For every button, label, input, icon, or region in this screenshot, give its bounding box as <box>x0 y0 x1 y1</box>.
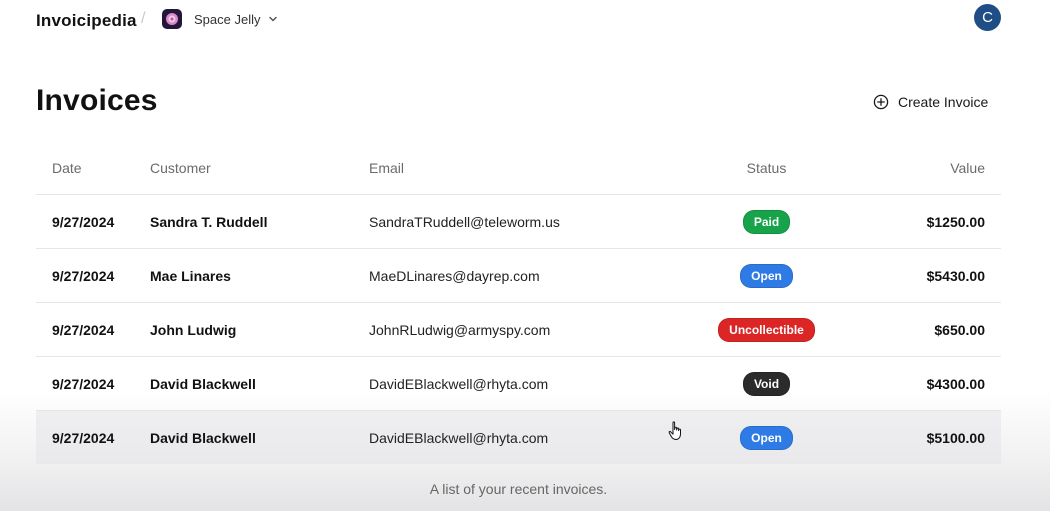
customer-name: John Ludwig <box>150 302 369 357</box>
invoice-date: 9/27/2024 <box>36 410 150 464</box>
customer-name: David Blackwell <box>150 356 369 411</box>
column-header-status: Status <box>699 142 834 195</box>
status-badge: Uncollectible <box>718 317 815 342</box>
invoice-date: 9/27/2024 <box>36 356 150 411</box>
customer-email: DavidEBlackwell@rhyta.com <box>369 356 699 411</box>
invoice-date: 9/27/2024 <box>36 302 150 357</box>
invoice-value: $650.00 <box>834 302 1001 357</box>
customer-name: David Blackwell <box>150 410 369 464</box>
table-header-row: Date Customer Email Status Value <box>36 142 1001 195</box>
invoice-date: 9/27/2024 <box>36 194 150 249</box>
create-invoice-label: Create Invoice <box>898 94 989 110</box>
workspace-name: Space Jelly <box>194 11 261 27</box>
table-row[interactable]: 9/27/2024 John Ludwig JohnRLudwig@armysp… <box>36 302 1001 357</box>
status-badge: Paid <box>742 209 791 234</box>
avatar[interactable]: C <box>974 4 1001 31</box>
create-invoice-button[interactable]: Create Invoice <box>873 92 988 112</box>
customer-email: MaeDLinares@dayrep.com <box>369 248 699 303</box>
column-header-date: Date <box>36 142 150 195</box>
status-badge: Open <box>740 425 793 450</box>
table-row[interactable]: 9/27/2024 Mae Linares MaeDLinares@dayrep… <box>36 248 1001 303</box>
workspace-switcher[interactable]: Space Jelly <box>162 8 278 30</box>
invoice-value: $5100.00 <box>834 410 1001 464</box>
app-brand[interactable]: Invoicipedia <box>36 11 137 31</box>
column-header-value: Value <box>834 142 1001 195</box>
table-row[interactable]: 9/27/2024 Sandra T. Ruddell SandraTRudde… <box>36 194 1001 249</box>
invoice-date: 9/27/2024 <box>36 248 150 303</box>
chevron-down-icon <box>268 14 278 24</box>
customer-email: JohnRLudwig@armyspy.com <box>369 302 699 357</box>
breadcrumb-separator: / <box>141 10 146 27</box>
plus-circle-icon <box>873 94 889 110</box>
invoice-value: $5430.00 <box>834 248 1001 303</box>
table-row[interactable]: 9/27/2024 David Blackwell DavidEBlackwel… <box>36 410 1001 464</box>
table-caption: A list of your recent invoices. <box>429 481 608 497</box>
invoices-table: Date Customer Email Status Value 9/27/20… <box>36 142 1001 464</box>
status-badge: Open <box>740 263 793 288</box>
table-row[interactable]: 9/27/2024 David Blackwell DavidEBlackwel… <box>36 356 1001 411</box>
top-bar: Invoicipedia / Space Jelly <box>36 0 1014 40</box>
page-title: Invoices <box>36 84 158 117</box>
customer-email: SandraTRuddell@teleworm.us <box>369 194 699 249</box>
column-header-customer: Customer <box>150 142 369 195</box>
customer-name: Mae Linares <box>150 248 369 303</box>
jellyfish-icon <box>162 9 182 29</box>
status-badge: Void <box>742 371 791 396</box>
column-header-email: Email <box>369 142 699 195</box>
hand-pointer-icon <box>667 421 685 441</box>
customer-email: DavidEBlackwell@rhyta.com <box>369 410 699 464</box>
customer-name: Sandra T. Ruddell <box>150 194 369 249</box>
invoice-value: $1250.00 <box>834 194 1001 249</box>
invoice-value: $4300.00 <box>834 356 1001 411</box>
